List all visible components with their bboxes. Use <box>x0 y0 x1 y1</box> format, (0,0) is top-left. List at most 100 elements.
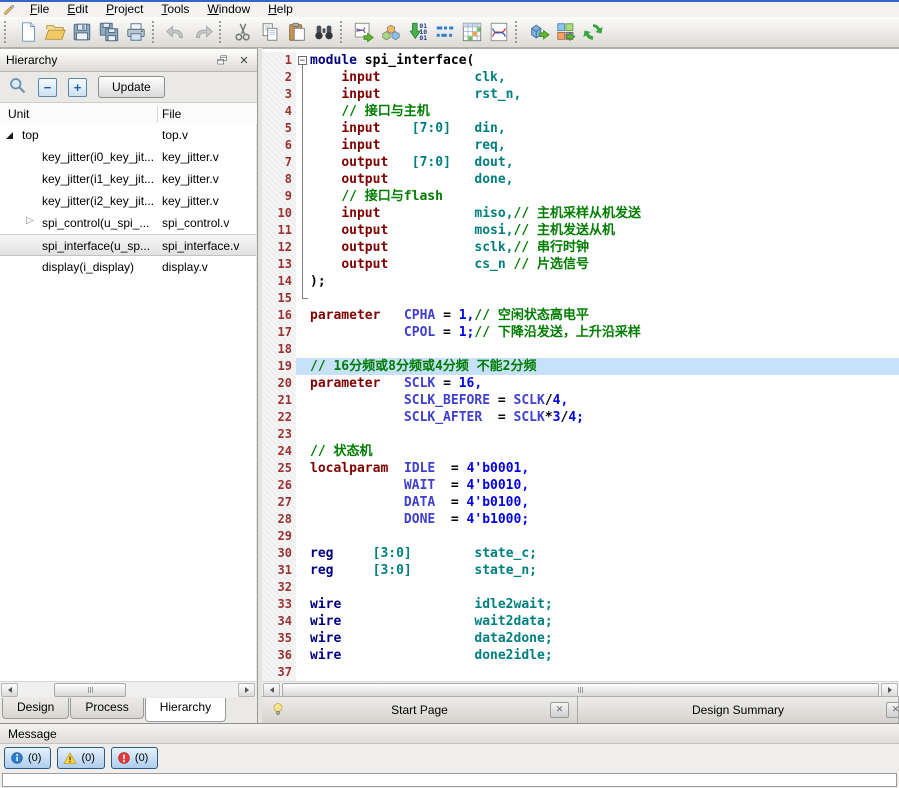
code-text[interactable] <box>296 426 899 443</box>
code-text[interactable]: reg [3:0] state_n; <box>296 562 899 579</box>
code-text[interactable]: input clk, <box>296 69 899 86</box>
code-text[interactable]: wire data2done; <box>296 630 899 647</box>
column-header-file[interactable]: File <box>162 107 181 121</box>
code-text[interactable]: wire done2idle; <box>296 647 899 664</box>
refresh-button[interactable] <box>579 19 606 45</box>
constraints-dashes-button[interactable] <box>431 19 458 45</box>
code-text[interactable]: SCLK_BEFORE = SCLK/4, <box>296 392 899 409</box>
tab-design[interactable]: Design <box>2 698 69 719</box>
code-text[interactable]: SCLK_AFTER = SCLK*3/4; <box>296 409 899 426</box>
close-tab-icon[interactable]: ✕ <box>886 702 899 718</box>
message-list[interactable] <box>2 773 897 787</box>
undo-button[interactable] <box>162 19 189 45</box>
design-summary-table-button[interactable] <box>458 19 485 45</box>
code-text[interactable]: output cs_n // 片选信号 <box>296 256 899 273</box>
editor-tab-start-page[interactable]: Start Page✕ <box>262 697 578 723</box>
expand-all-button[interactable]: + <box>68 78 87 97</box>
code-text[interactable]: parameter CPHA = 1,// 空闲状态高电平 <box>296 307 899 324</box>
code-text-current-line[interactable]: // 16分频或8分频或4分频 不能2分频 <box>296 358 899 375</box>
code-text[interactable]: // 接口与主机 <box>296 103 899 120</box>
code-text[interactable] <box>296 290 899 307</box>
code-text[interactable]: CPOL = 1;// 下降沿发送，上升沿采样 <box>296 324 899 341</box>
code-text[interactable] <box>296 528 899 545</box>
expanded-arrow-icon[interactable] <box>6 132 13 139</box>
timing-chart-button[interactable] <box>485 19 512 45</box>
code-text[interactable] <box>296 664 899 681</box>
code-text[interactable]: localparam IDLE = 4'b0001, <box>296 460 899 477</box>
tree-row-top[interactable]: toptop.v <box>0 124 256 146</box>
code-text[interactable]: ); <box>296 273 899 290</box>
collapse-all-button[interactable]: − <box>38 78 57 97</box>
code-text[interactable]: reg [3:0] state_c; <box>296 545 899 562</box>
tab-process[interactable]: Process <box>70 698 143 719</box>
menu-window[interactable]: Window <box>198 2 259 17</box>
tree-row-spi_control-u_spi_[interactable]: ▷spi_control(u_spi_...spi_control.v <box>0 212 256 234</box>
code-text[interactable]: // 接口与flash <box>296 188 899 205</box>
close-tab-icon[interactable]: ✕ <box>550 702 569 718</box>
float-panel-icon[interactable] <box>215 53 229 67</box>
menu-edit[interactable]: Edit <box>58 2 97 17</box>
code-area[interactable]: − 1module spi_interface(2 input clk,3 in… <box>262 49 899 683</box>
menu-project[interactable]: Project <box>97 2 152 17</box>
code-text[interactable]: wire wait2data; <box>296 613 899 630</box>
collapsed-arrow-icon[interactable]: ▷ <box>26 215 34 226</box>
code-text[interactable]: output mosi,// 主机发送从机 <box>296 222 899 239</box>
scroll-left-icon[interactable] <box>1 683 18 697</box>
scrollbar-thumb[interactable] <box>54 683 126 697</box>
fold-marker-icon[interactable]: − <box>298 56 307 65</box>
scroll-left-icon[interactable] <box>263 683 280 697</box>
cut-button[interactable] <box>229 19 256 45</box>
copy-button[interactable] <box>256 19 283 45</box>
tree-row-key_jitter-i1_key_jit[interactable]: key_jitter(i1_key_jit...key_jitter.v <box>0 168 256 190</box>
error-count-button[interactable]: (0) <box>111 747 158 769</box>
column-divider[interactable] <box>157 106 158 122</box>
scroll-right-icon[interactable] <box>881 683 898 697</box>
editor-horizontal-scrollbar[interactable] <box>262 681 899 697</box>
close-panel-icon[interactable]: ✕ <box>237 53 251 67</box>
tab-hierarchy[interactable]: Hierarchy <box>145 698 226 722</box>
code-text[interactable]: input req, <box>296 137 899 154</box>
scroll-right-icon[interactable] <box>238 683 255 697</box>
find-button[interactable] <box>310 19 337 45</box>
code-text[interactable]: wire idle2wait; <box>296 596 899 613</box>
rtl-schematic-button[interactable] <box>350 19 377 45</box>
editor-tab-design-summary[interactable]: Design Summary✕ <box>578 697 899 723</box>
redo-button[interactable] <box>189 19 216 45</box>
tree-row-spi_interface-u_sp[interactable]: spi_interface(u_sp...spi_interface.v <box>0 234 256 256</box>
code-text[interactable]: input miso,// 主机采样从机发送 <box>296 205 899 222</box>
synthesize-cubes-button[interactable] <box>377 19 404 45</box>
tree-row-display-i_display[interactable]: display(i_display)display.v <box>0 256 256 278</box>
menu-help[interactable]: Help <box>259 2 302 17</box>
code-text[interactable]: // 状态机 <box>296 443 899 460</box>
menu-file[interactable]: File <box>21 2 58 17</box>
column-header-unit[interactable]: Unit <box>8 107 29 121</box>
code-text[interactable]: DONE = 4'b1000; <box>296 511 899 528</box>
save-all-button[interactable] <box>95 19 122 45</box>
paste-button[interactable] <box>283 19 310 45</box>
scrollbar-thumb[interactable] <box>282 683 879 697</box>
warning-count-button[interactable]: (0) <box>57 747 104 769</box>
code-text[interactable] <box>296 341 899 358</box>
code-text[interactable]: input rst_n, <box>296 86 899 103</box>
save-button[interactable] <box>68 19 95 45</box>
hierarchy-horizontal-scrollbar[interactable] <box>0 681 256 697</box>
code-text[interactable]: output [7:0] dout, <box>296 154 899 171</box>
code-text[interactable] <box>296 579 899 596</box>
code-text[interactable]: module spi_interface( <box>296 52 899 69</box>
update-button[interactable]: Update <box>98 76 165 98</box>
code-text[interactable]: parameter SCLK = 16, <box>296 375 899 392</box>
open-folder-button[interactable] <box>41 19 68 45</box>
tree-row-key_jitter-i0_key_jit[interactable]: key_jitter(i0_key_jit...key_jitter.v <box>0 146 256 168</box>
print-button[interactable] <box>122 19 149 45</box>
code-text[interactable]: output done, <box>296 171 899 188</box>
tree-row-key_jitter-i2_key_jit[interactable]: key_jitter(i2_key_jit...key_jitter.v <box>0 190 256 212</box>
code-text[interactable]: output sclk,// 串行时钟 <box>296 239 899 256</box>
menu-tools[interactable]: Tools <box>152 2 198 17</box>
code-text[interactable]: input [7:0] din, <box>296 120 899 137</box>
new-file-button[interactable] <box>14 19 41 45</box>
package-cube-button[interactable] <box>525 19 552 45</box>
code-text[interactable]: DATA = 4'b0100, <box>296 494 899 511</box>
info-count-button[interactable]: (0) <box>4 747 51 769</box>
floorplan-squares-button[interactable] <box>552 19 579 45</box>
search-icon[interactable] <box>8 76 27 98</box>
